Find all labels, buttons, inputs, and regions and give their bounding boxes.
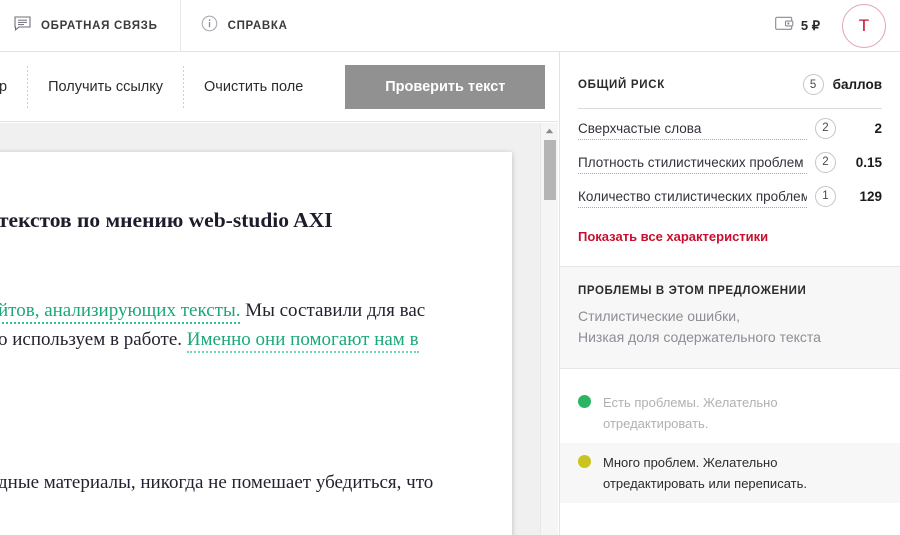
document-paragraph-2: о используем в работе. Именно они помога… bbox=[0, 325, 472, 354]
legend-row[interactable]: Много проблем. Желательно отредактироват… bbox=[560, 443, 900, 503]
help-label: СПРАВКА bbox=[227, 19, 288, 32]
editor-button[interactable]: ктор bbox=[0, 52, 27, 122]
document-card[interactable]: текстов по мнению web-studio AXI йтов, а… bbox=[0, 152, 512, 535]
help-button[interactable]: СПРАВКА bbox=[181, 0, 310, 52]
editor-area: текстов по мнению web-studio AXI йтов, а… bbox=[0, 123, 558, 535]
metric-name[interactable]: Количество стилистических проблем bbox=[578, 189, 807, 208]
metric-row[interactable]: Сверхчастые слова 2 2 bbox=[578, 113, 882, 143]
show-all-characteristics-link[interactable]: Показать все характеристики bbox=[560, 229, 900, 266]
top-header: ОБРАТНАЯ СВЯЗЬ СПРАВКА 5 ₽ Т bbox=[0, 0, 900, 52]
metric-value: 0.15 bbox=[855, 154, 882, 170]
legend-label-line2: отредактировать или переписать. bbox=[603, 476, 807, 491]
avatar[interactable]: Т bbox=[842, 3, 886, 48]
overall-risk-units: баллов bbox=[832, 77, 882, 92]
overall-risk-label: ОБЩИЙ РИСК bbox=[578, 78, 665, 91]
legend-row[interactable]: Есть проблемы. Желательно отредактироват… bbox=[560, 383, 900, 443]
metric-badge: 2 bbox=[815, 117, 836, 139]
risk-block: ОБЩИЙ РИСК 5 баллов Сверхчастые слова 2 … bbox=[560, 52, 900, 211]
wallet-icon bbox=[775, 16, 794, 36]
editor-toolbar: ктор Получить ссылку Очистить поле Прове… bbox=[0, 52, 558, 122]
legend-label: Много проблем. Желательно отредактироват… bbox=[603, 452, 807, 494]
plain-segment-1: Мы составили для вас bbox=[240, 300, 426, 321]
document-title: текстов по мнению web-studio AXI bbox=[0, 208, 333, 232]
metric-row[interactable]: Плотность стилистических проблем 2 0.15 bbox=[578, 147, 882, 177]
info-circle-icon bbox=[201, 15, 218, 37]
highlight-segment-1[interactable]: йтов, анализирующих тексты. bbox=[0, 300, 241, 324]
get-link-button[interactable]: Получить ссылку bbox=[28, 52, 183, 122]
overall-risk-badge: 5 bbox=[802, 74, 824, 95]
legend-label-line1: Много проблем. Желательно bbox=[603, 455, 778, 470]
sentence-problem-line: Низкая доля содержательного текста bbox=[578, 329, 821, 345]
balance-button[interactable]: 5 ₽ bbox=[775, 16, 820, 36]
document-body: йтов, анализирующих тексты. Мы составили… bbox=[0, 296, 472, 497]
sentence-problems-block: ПРОБЛЕМЫ В ЭТОМ ПРЕДЛОЖЕНИИ Стилистическ… bbox=[560, 266, 900, 369]
metric-name[interactable]: Плотность стилистических проблем bbox=[578, 155, 807, 174]
metric-row[interactable]: Количество стилистических проблем 1 129 bbox=[578, 181, 882, 211]
legend-label: Есть проблемы. Желательно отредактироват… bbox=[603, 395, 778, 431]
overall-risk-value-group: 5 баллов bbox=[802, 74, 882, 95]
metric-badge: 1 bbox=[815, 185, 836, 207]
sentence-problem-line: Стилистические ошибки, bbox=[578, 308, 740, 324]
app-root: ОБРАТНАЯ СВЯЗЬ СПРАВКА 5 ₽ Т р Получить … bbox=[0, 0, 900, 535]
editor-scrollbar[interactable] bbox=[540, 123, 558, 535]
metric-value: 129 bbox=[859, 188, 882, 204]
balance-amount: 5 ₽ bbox=[800, 17, 820, 33]
overall-risk-header: ОБЩИЙ РИСК 5 баллов bbox=[578, 74, 882, 109]
feedback-label: ОБРАТНАЯ СВЯЗЬ bbox=[41, 19, 158, 32]
highlight-segment-2[interactable]: Именно они помогают нам в bbox=[186, 329, 419, 353]
green-dot-icon bbox=[578, 395, 591, 408]
feedback-button[interactable]: ОБРАТНАЯ СВЯЗЬ bbox=[0, 0, 180, 52]
legend: Есть проблемы. Желательно отредактироват… bbox=[560, 369, 900, 503]
sentence-problems-title: ПРОБЛЕМЫ В ЭТОМ ПРЕДЛОЖЕНИИ bbox=[578, 285, 807, 297]
scroll-up-arrow-icon[interactable] bbox=[541, 123, 558, 139]
clear-field-button[interactable]: Очистить поле bbox=[184, 52, 323, 122]
metric-value: 2 bbox=[874, 120, 882, 136]
document-paragraph-3: дные материалы, никогда не помешает убед… bbox=[0, 472, 434, 493]
document-paragraph-1: йтов, анализирующих тексты. Мы составили… bbox=[0, 296, 472, 325]
metric-name[interactable]: Сверхчастые слова bbox=[578, 121, 807, 140]
scrollbar-thumb[interactable] bbox=[544, 140, 556, 200]
avatar-letter: Т bbox=[858, 15, 870, 35]
metric-badge: 2 bbox=[815, 151, 836, 173]
speech-bubble-icon bbox=[14, 15, 31, 36]
plain-segment-2: о используем в работе. bbox=[0, 329, 187, 350]
analysis-panel: ОБЩИЙ РИСК 5 баллов Сверхчастые слова 2 … bbox=[559, 52, 900, 535]
check-text-button[interactable]: Проверить текст bbox=[345, 64, 546, 109]
yellow-dot-icon bbox=[578, 455, 591, 468]
